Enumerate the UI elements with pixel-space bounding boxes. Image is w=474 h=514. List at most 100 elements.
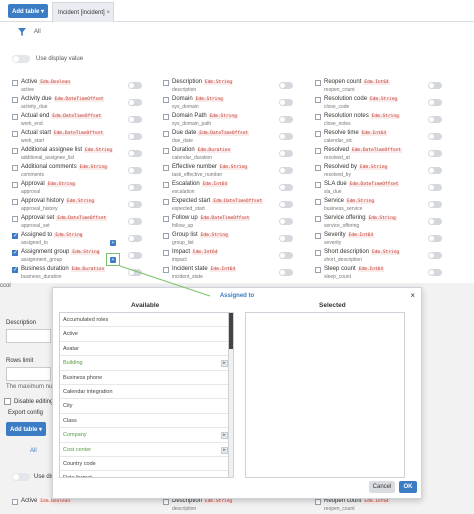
field-checkbox[interactable] [315,199,321,205]
bg-description-checkbox[interactable] [163,499,169,505]
field-checkbox[interactable] [315,267,321,273]
field-checkbox[interactable] [315,165,321,171]
display-value-toggle[interactable] [12,55,30,63]
field-toggle[interactable] [279,269,293,276]
field-toggle[interactable] [279,184,293,191]
available-item[interactable]: Accumulated roles [60,313,232,328]
tab-incident[interactable]: Incident [incident] × [52,2,114,22]
bg-reopen-checkbox[interactable] [315,499,321,505]
field-checkbox[interactable] [163,114,169,120]
field-toggle[interactable] [128,150,142,157]
field-checkbox[interactable] [163,250,169,256]
field-toggle[interactable] [128,184,142,191]
field-toggle[interactable] [279,150,293,157]
field-toggle[interactable] [128,201,142,208]
available-list[interactable]: Accumulated roles Active Avatar Building ▸ Bu… [59,312,233,478]
field-checkbox[interactable] [12,232,18,239]
expand-icon[interactable]: ▸ [221,360,228,368]
field-toggle[interactable] [279,235,293,242]
field-checkbox[interactable] [163,233,169,239]
field-toggle[interactable] [428,184,442,191]
field-checkbox[interactable] [163,97,169,103]
field-toggle[interactable] [428,167,442,174]
available-item[interactable]: Avatar [60,342,232,357]
field-checkbox[interactable] [12,114,18,120]
field-checkbox[interactable] [163,182,169,188]
field-checkbox[interactable] [163,216,169,222]
field-toggle[interactable] [128,99,142,106]
field-checkbox[interactable] [163,131,169,137]
field-checkbox[interactable] [12,249,18,256]
field-toggle[interactable] [128,116,142,123]
field-checkbox[interactable] [315,216,321,222]
field-checkbox[interactable] [12,182,18,188]
field-checkbox[interactable] [12,131,18,137]
field-toggle[interactable] [279,99,293,106]
expand-assigned-to-button[interactable]: + [110,240,116,246]
available-item[interactable]: Calendar integration [60,385,232,400]
field-toggle[interactable] [279,133,293,140]
add-table-button[interactable]: Add table ▾ [8,4,48,18]
field-toggle[interactable] [428,235,442,242]
field-toggle[interactable] [428,252,442,259]
expand-icon[interactable]: ▸ [221,432,228,440]
field-checkbox[interactable] [315,114,321,120]
bg-description-input[interactable] [6,329,51,343]
field-checkbox[interactable] [163,267,169,273]
available-scrollbar[interactable] [228,312,234,478]
field-toggle[interactable] [428,133,442,140]
field-checkbox[interactable] [12,165,18,171]
field-toggle[interactable] [279,82,293,89]
field-checkbox[interactable] [12,199,18,205]
available-item[interactable]: Country code [60,457,232,472]
cancel-button[interactable]: Cancel [369,481,395,493]
available-item[interactable]: City [60,399,232,414]
field-toggle[interactable] [279,201,293,208]
field-toggle[interactable] [128,235,142,242]
field-checkbox[interactable] [163,199,169,205]
field-toggle[interactable] [279,167,293,174]
field-checkbox[interactable] [315,250,321,256]
field-toggle[interactable] [128,252,142,259]
bg-add-table-button[interactable]: Add table ▾ [6,422,46,436]
scrollbar-thumb[interactable] [229,313,233,349]
field-toggle[interactable] [428,99,442,106]
field-toggle[interactable] [128,218,142,225]
field-toggle[interactable] [279,116,293,123]
available-item[interactable]: Class [60,414,232,429]
field-checkbox[interactable] [163,148,169,154]
field-toggle[interactable] [128,133,142,140]
field-toggle[interactable] [428,201,442,208]
field-toggle[interactable] [128,269,142,276]
field-checkbox[interactable] [315,131,321,137]
close-icon[interactable]: × [410,291,415,300]
field-checkbox[interactable] [315,97,321,103]
field-toggle[interactable] [279,252,293,259]
bg-disable-editing-checkbox[interactable] [4,398,11,405]
field-checkbox[interactable] [12,216,18,222]
expand-icon[interactable]: ▸ [221,446,228,454]
bg-active-checkbox[interactable] [12,499,18,505]
field-checkbox[interactable] [12,80,18,86]
field-toggle[interactable] [128,82,142,89]
filter-icon[interactable] [18,28,26,36]
field-toggle[interactable] [279,218,293,225]
available-item[interactable]: Cost center ▸ [60,443,232,457]
field-checkbox[interactable] [12,148,18,154]
available-item[interactable]: Company ▸ [60,428,232,443]
selected-list[interactable] [245,312,405,478]
tab-close-icon[interactable]: × [106,10,110,16]
field-checkbox[interactable] [163,165,169,171]
field-toggle[interactable] [428,82,442,89]
field-checkbox[interactable] [315,233,321,239]
field-toggle[interactable] [128,167,142,174]
field-toggle[interactable] [428,116,442,123]
bg-rows-limit-input[interactable] [6,367,51,381]
available-item[interactable]: Date format [60,471,232,477]
field-checkbox[interactable] [12,97,18,103]
field-checkbox[interactable] [315,80,321,86]
field-checkbox[interactable] [315,182,321,188]
available-item[interactable]: Building ▸ [60,356,232,371]
field-toggle[interactable] [428,218,442,225]
field-toggle[interactable] [428,269,442,276]
